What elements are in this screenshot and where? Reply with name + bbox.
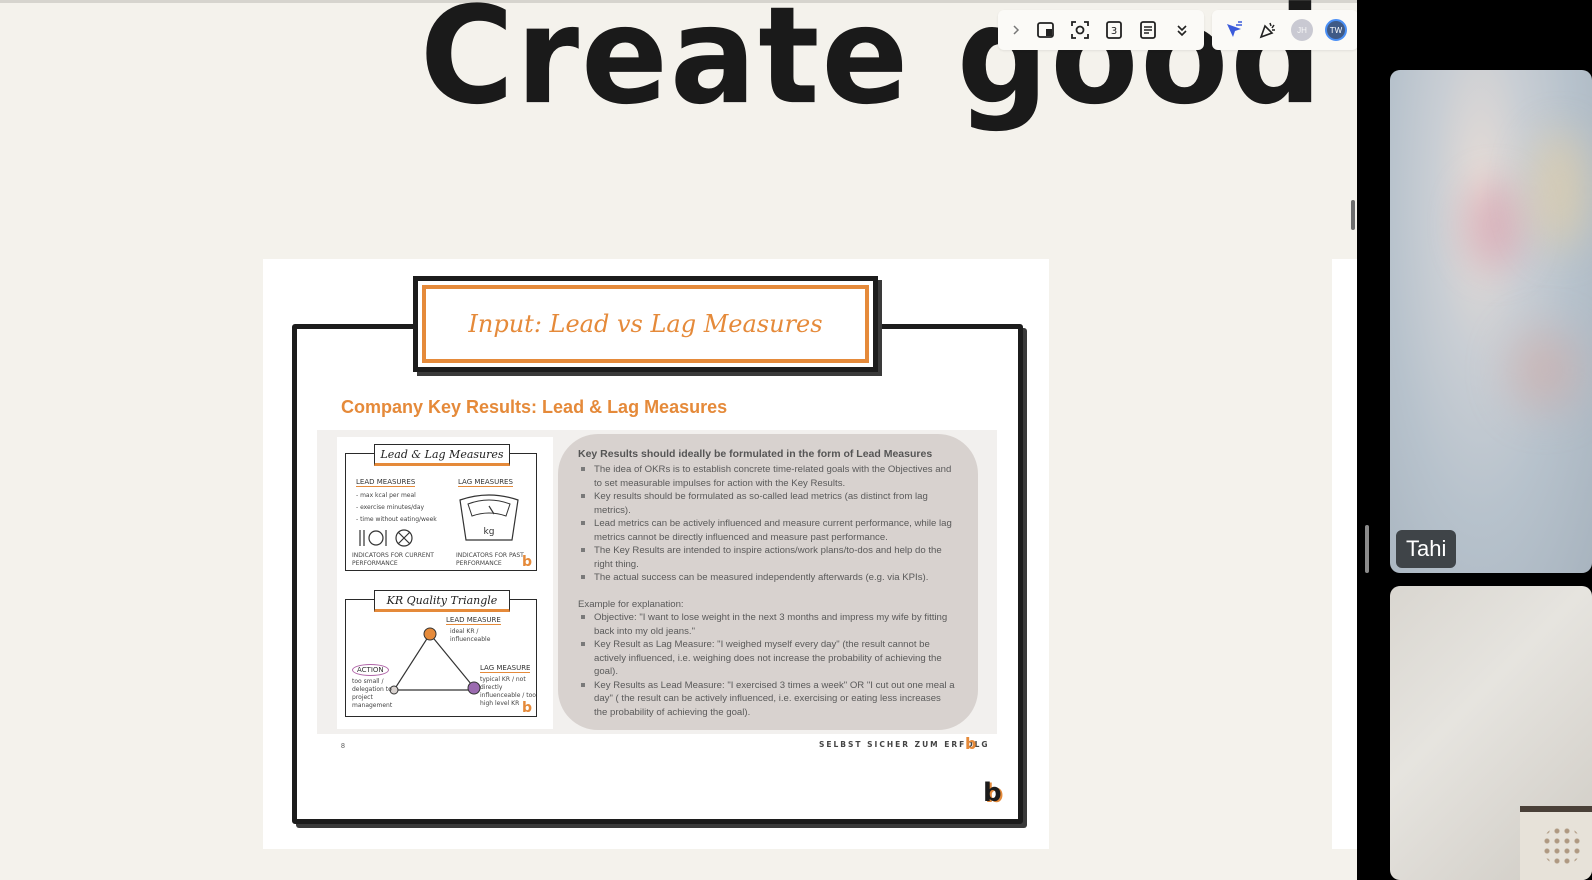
notes-icon: [1140, 21, 1156, 39]
triangle-lead-label: LEAD MEASURE: [446, 616, 501, 625]
canvas-scrollbar-thumb[interactable]: [1351, 200, 1355, 230]
panel-example-title: Example for explanation:: [578, 598, 684, 610]
slide-title-inner: Input: Lead vs Lag Measures: [422, 285, 869, 363]
triangle-action-label: ACTION: [352, 664, 389, 676]
more-tools-button[interactable]: [1166, 14, 1198, 46]
kr-triangle-title: KR Quality Triangle: [374, 590, 510, 612]
slide-content-band: Lead & Lag Measures LEAD MEASURES LAG ME…: [317, 430, 997, 734]
lead-item-3: - time without eating/week: [356, 516, 437, 523]
sketch-illustration: Lead & Lag Measures LEAD MEASURES LAG ME…: [337, 437, 553, 729]
lead-item-1: - max kcal per meal: [356, 492, 416, 499]
slide-footer-logo: b: [965, 734, 977, 753]
triangle-action-note: too small / delegation to project manage…: [352, 678, 393, 709]
celebrate-button[interactable]: [1252, 14, 1284, 46]
plate-icon: [359, 529, 413, 547]
expand-toolbar-button[interactable]: [1004, 14, 1028, 46]
panel-example: Key Results as Lead Measure: "I exercise…: [578, 679, 956, 720]
chevron-right-icon: [1013, 25, 1020, 35]
panel-bullet-list: The idea of OKRs is to establish concret…: [578, 463, 956, 585]
kr-quality-triangle-sketch: KR Quality Triangle LEAD MEASURE ideal K…: [345, 590, 537, 717]
focus-button[interactable]: [1064, 14, 1096, 46]
panel-title: Key Results should ideally be formulated…: [578, 448, 933, 460]
participant-video-tile[interactable]: Tahi: [1390, 70, 1592, 573]
focus-icon: [1071, 21, 1089, 39]
triangle-lag-label: LAG MEASURE: [480, 664, 531, 673]
cursor-share-icon: [1227, 21, 1242, 37]
timer-button[interactable]: 3: [1098, 14, 1130, 46]
video-panel-scrollbar[interactable]: [1365, 525, 1369, 573]
celebrate-icon: [1259, 22, 1275, 39]
slide-corner-logo: b: [983, 778, 1002, 808]
notes-button[interactable]: [1132, 14, 1164, 46]
lag-measures-label: LAG MEASURES: [458, 478, 513, 487]
svg-text:3: 3: [1111, 26, 1117, 37]
double-chevron-down-icon: [1177, 25, 1187, 37]
slide-image[interactable]: Input: Lead vs Lag Measures Company Key …: [263, 259, 1049, 849]
timer-icon: 3: [1106, 21, 1122, 39]
adjacent-frame-edge: [1332, 259, 1357, 849]
panel-example: Objective: "I want to lose weight in the…: [578, 611, 956, 638]
sticky-note-icon: [1037, 22, 1054, 38]
slide-title: Input: Lead vs Lag Measures: [468, 310, 823, 338]
lead-measures-label: LEAD MEASURES: [356, 478, 416, 487]
sketch-logo-1: b: [522, 554, 533, 570]
video-background-blur: [1530, 130, 1590, 250]
participant-video-tile[interactable]: [1390, 586, 1592, 880]
panel-bullet: The idea of OKRs is to establish concret…: [578, 463, 956, 490]
panel-bullet: Lead metrics can be actively influenced …: [578, 517, 956, 544]
avatar-jh[interactable]: JH: [1286, 14, 1318, 46]
participant-name-tag: Tahi: [1396, 530, 1457, 568]
toolbar-tools-group: 3: [998, 10, 1204, 50]
panel-spacer: [578, 585, 956, 598]
video-background-blur: [1510, 330, 1580, 410]
toolbar-collab-group: JH TW: [1212, 10, 1357, 50]
slide-page-number: 8: [341, 743, 345, 750]
panel-bullet: The actual success can be measured indep…: [578, 571, 956, 585]
slide-title-box: Input: Lead vs Lag Measures: [413, 276, 878, 372]
panel-bullet: Key results should be formulated as so-c…: [578, 490, 956, 517]
panel-bullet: The Key Results are intended to inspire …: [578, 544, 956, 571]
slide-footer-tagline: SELBST SICHER ZUM ERFOLG: [819, 740, 990, 749]
key-results-text-panel: Key Results should ideally be formulated…: [558, 434, 978, 730]
avatar-jh-initials: JH: [1291, 19, 1313, 41]
scale-unit: kg: [484, 527, 495, 537]
panel-example-list: Objective: "I want to lose weight in the…: [578, 611, 956, 719]
sketch-logo-2: b: [522, 700, 533, 716]
slide-heading: Company Key Results: Lead & Lag Measures: [341, 397, 728, 417]
sticky-note-button[interactable]: [1030, 14, 1062, 46]
lead-lag-sketch-title: Lead & Lag Measures: [374, 444, 510, 466]
whiteboard-canvas[interactable]: Create good K 3: [0, 0, 1357, 880]
avatar-tw[interactable]: TW: [1320, 14, 1352, 46]
video-background-pattern: [1542, 826, 1582, 866]
lead-item-2: - exercise minutes/day: [356, 504, 425, 511]
video-background-blur: [1465, 180, 1525, 270]
lead-lag-sketch: Lead & Lag Measures LEAD MEASURES LAG ME…: [345, 444, 537, 571]
share-cursor-button[interactable]: [1218, 14, 1250, 46]
board-toolbar: 3 JH TW: [998, 10, 1357, 50]
avatar-tw-initials: TW: [1325, 19, 1347, 41]
lead-footer-text: INDICATORS FOR CURRENT PERFORMANCE: [352, 552, 434, 567]
scale-icon: kg: [459, 494, 519, 541]
panel-example: Key Result as Lag Measure: "I weighed my…: [578, 638, 956, 679]
